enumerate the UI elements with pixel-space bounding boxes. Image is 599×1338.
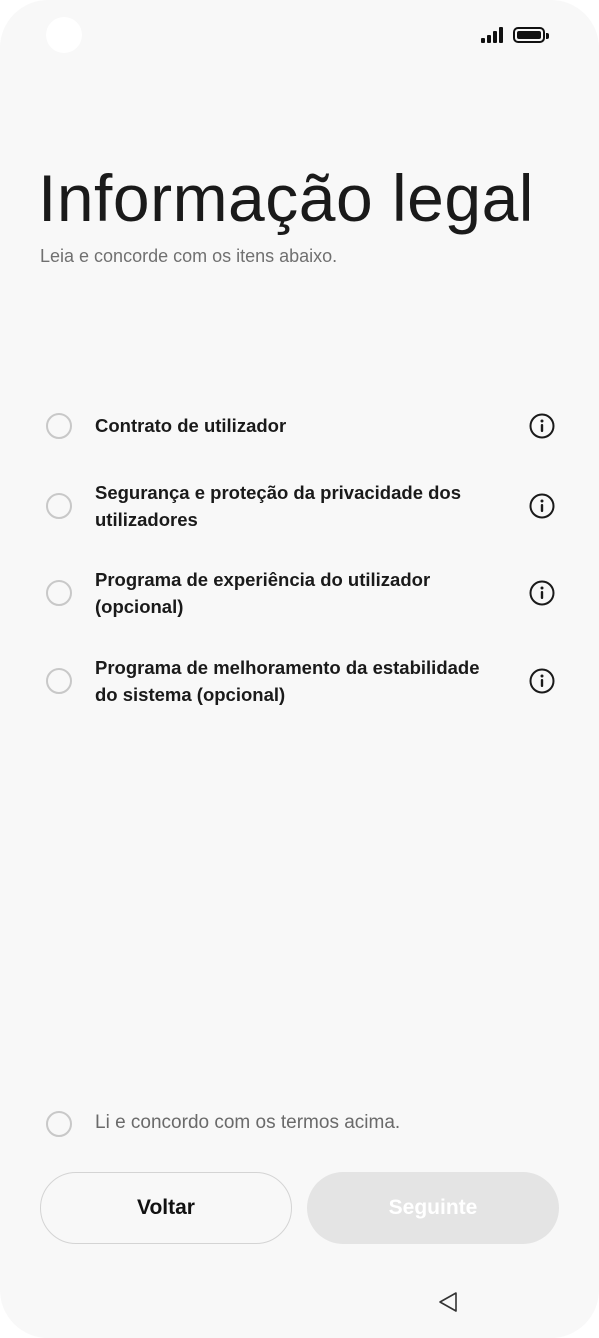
info-icon[interactable]: [529, 668, 555, 694]
item-label-stability[interactable]: Programa de melhoramento da estabilidade…: [95, 654, 505, 708]
agree-all-label[interactable]: Li e concordo com os termos acima.: [95, 1112, 400, 1134]
setup-screen: Informação legal Leia e concorde com os …: [0, 0, 599, 1338]
info-icon[interactable]: [529, 493, 555, 519]
checkbox-user-agreement[interactable]: [46, 413, 72, 439]
info-icon[interactable]: [529, 413, 555, 439]
checkbox-privacy[interactable]: [46, 493, 72, 519]
next-button[interactable]: Seguinte: [307, 1172, 559, 1244]
back-button[interactable]: Voltar: [40, 1172, 292, 1244]
battery-icon: [513, 27, 549, 43]
item-label-user-experience[interactable]: Programa de experiência do utilizador (o…: [95, 566, 505, 620]
page-subtitle: Leia e concorde com os itens abaixo.: [40, 246, 338, 266]
checkbox-stability[interactable]: [46, 668, 72, 694]
checkbox-agree-all[interactable]: [46, 1111, 72, 1137]
item-label-user-agreement[interactable]: Contrato de utilizador: [95, 412, 505, 439]
item-label-privacy[interactable]: Segurança e proteção da privacidade dos …: [95, 479, 505, 533]
front-camera: [46, 17, 82, 53]
signal-icon: [481, 27, 505, 43]
status-bar: [0, 0, 599, 70]
checkbox-user-experience[interactable]: [46, 580, 72, 606]
back-triangle-icon[interactable]: [437, 1290, 459, 1314]
page-title: Informação legal: [38, 161, 534, 235]
info-icon[interactable]: [529, 580, 555, 606]
